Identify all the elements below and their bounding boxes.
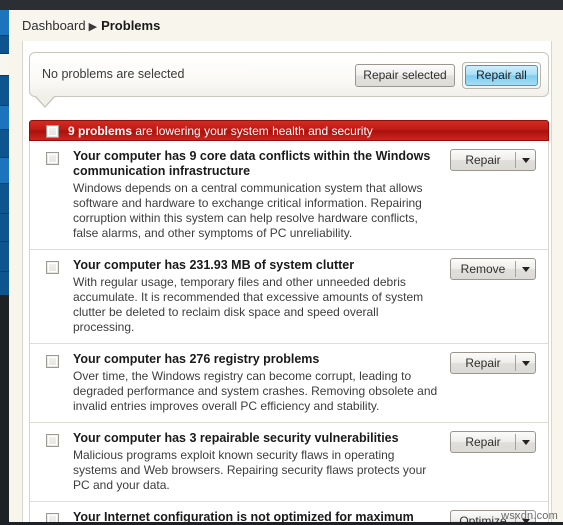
problem-action-label: Repair — [465, 153, 501, 167]
problem-text: Your computer has 231.93 MB of system cl… — [73, 258, 438, 335]
left-navigation-sidebar[interactable] — [0, 10, 9, 295]
problem-action-button[interactable]: Repair — [450, 149, 536, 171]
sidebar-item-7[interactable] — [0, 184, 9, 214]
repair-selected-button[interactable]: Repair selected — [355, 64, 455, 87]
chevron-down-icon[interactable] — [516, 259, 535, 279]
chevron-down-icon[interactable] — [516, 150, 535, 170]
breadcrumb-separator-icon: ▶ — [88, 21, 98, 33]
problem-title: Your computer has 9 core data conflicts … — [73, 149, 431, 178]
sidebar-item-active[interactable] — [0, 54, 9, 76]
problem-title: Your computer has 276 registry problems — [73, 352, 320, 366]
problems-summary-text: 9 problems are lowering your system heal… — [68, 124, 373, 138]
application-window: Dashboard ▶ Problems No problems are selec… — [9, 10, 563, 525]
breadcrumb: Dashboard ▶ Problems — [22, 18, 160, 36]
problem-title: Your computer has 231.93 MB of system cl… — [73, 258, 355, 272]
problem-action-button[interactable]: Repair — [450, 431, 536, 453]
problem-checkbox[interactable] — [46, 261, 59, 274]
sidebar-item-9[interactable] — [0, 242, 9, 272]
problems-list: Your computer has 9 core data conflicts … — [29, 141, 549, 525]
problem-row[interactable]: Your computer has 9 core data conflicts … — [30, 141, 548, 250]
sidebar-item-4[interactable] — [0, 106, 9, 130]
problem-title: Your computer has 3 repairable security … — [73, 431, 399, 445]
problem-action-label: Repair — [465, 435, 501, 449]
sidebar-item-1[interactable] — [0, 10, 9, 36]
problems-summary-rest: are lowering your system health and secu… — [132, 124, 373, 138]
chevron-down-icon[interactable] — [516, 353, 535, 373]
problem-checkbox[interactable] — [46, 434, 59, 447]
sidebar-item-2[interactable] — [0, 36, 9, 54]
problem-action-label: Remove — [460, 262, 506, 276]
problems-count: 9 problems — [68, 124, 133, 138]
problem-row[interactable]: Your computer has 231.93 MB of system cl… — [30, 250, 548, 344]
problem-text: Your computer has 9 core data conflicts … — [73, 149, 438, 241]
sidebar-item-3[interactable] — [0, 76, 9, 106]
breadcrumb-root[interactable]: Dashboard — [22, 18, 86, 33]
sidebar-item-8[interactable] — [0, 214, 9, 242]
problem-description: Windows depends on a central communicati… — [73, 181, 423, 240]
problem-action-button[interactable]: Remove — [450, 258, 536, 280]
repair-all-button-label: Repair all — [465, 65, 538, 86]
problem-description: With regular usage, temporary files and … — [73, 275, 424, 334]
breadcrumb-current: Problems — [101, 18, 161, 33]
watermark: wsxdn.com — [501, 510, 558, 522]
problem-action-label: Repair — [465, 356, 501, 370]
problem-checkbox[interactable] — [46, 152, 59, 165]
sidebar-item-6[interactable] — [0, 158, 9, 184]
problem-text: Your computer has 3 repairable security … — [73, 431, 438, 493]
problems-summary-bar: 9 problems are lowering your system heal… — [29, 120, 549, 141]
problem-row[interactable]: Your computer has 3 repairable security … — [30, 423, 548, 502]
problem-description: Over time, the Windows registry can beco… — [73, 369, 438, 413]
left-gutter — [0, 295, 9, 525]
problem-description: Malicious programs exploit known securit… — [73, 448, 427, 492]
callout-tail — [35, 95, 55, 106]
chevron-down-icon[interactable] — [516, 432, 535, 452]
problem-checkbox[interactable] — [46, 355, 59, 368]
sidebar-item-10[interactable] — [0, 272, 9, 295]
selection-status-text: No problems are selected — [42, 67, 185, 81]
sidebar-item-5[interactable] — [0, 130, 9, 158]
select-all-checkbox[interactable] — [46, 125, 59, 138]
problem-row[interactable]: Your computer has 276 registry problems O… — [30, 344, 548, 423]
window-title-bar — [0, 0, 563, 10]
problem-action-button[interactable]: Repair — [450, 352, 536, 374]
problem-text: Your computer has 276 registry problems O… — [73, 352, 438, 414]
repair-all-button[interactable]: Repair all — [462, 62, 541, 89]
